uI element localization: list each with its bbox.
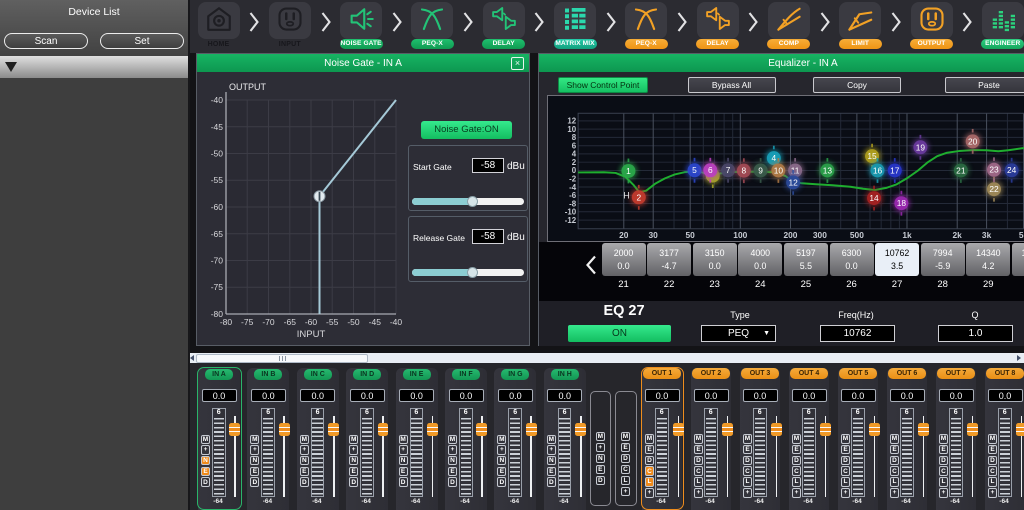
svg-text:-55: -55 xyxy=(211,175,224,185)
svg-text:10: 10 xyxy=(774,165,784,175)
svg-text:7: 7 xyxy=(726,165,731,175)
svg-text:-40: -40 xyxy=(390,317,403,327)
svg-text:-70: -70 xyxy=(262,317,275,327)
svg-text:18: 18 xyxy=(897,198,907,208)
svg-text:21: 21 xyxy=(956,165,966,175)
svg-text:6: 6 xyxy=(708,165,713,175)
svg-text:2: 2 xyxy=(636,192,641,202)
svg-text:OUTPUT: OUTPUT xyxy=(229,82,267,92)
svg-text:500: 500 xyxy=(850,230,864,240)
svg-text:300: 300 xyxy=(813,230,827,240)
svg-text:8: 8 xyxy=(742,166,747,176)
svg-text:-45: -45 xyxy=(211,122,224,132)
svg-text:H: H xyxy=(623,191,629,201)
svg-text:1: 1 xyxy=(626,166,631,176)
svg-text:20: 20 xyxy=(619,230,629,240)
svg-text:-75: -75 xyxy=(241,317,254,327)
svg-text:4: 4 xyxy=(771,153,776,163)
svg-text:-50: -50 xyxy=(347,317,360,327)
svg-text:24: 24 xyxy=(1007,165,1017,175)
svg-text:2k: 2k xyxy=(953,230,963,240)
svg-text:200: 200 xyxy=(784,230,798,240)
svg-text:5: 5 xyxy=(692,165,697,175)
svg-text:INPUT: INPUT xyxy=(297,329,326,340)
svg-text:-45: -45 xyxy=(369,317,382,327)
svg-text:22: 22 xyxy=(989,184,999,194)
svg-text:3k: 3k xyxy=(982,230,992,240)
svg-text:17: 17 xyxy=(890,165,900,175)
svg-text:-40: -40 xyxy=(211,95,224,105)
svg-text:-80: -80 xyxy=(220,317,233,327)
svg-text:-70: -70 xyxy=(211,256,224,266)
svg-text:-65: -65 xyxy=(284,317,297,327)
svg-text:-55: -55 xyxy=(326,317,339,327)
svg-text:14: 14 xyxy=(869,193,879,203)
svg-text:13: 13 xyxy=(823,165,833,175)
svg-text:30: 30 xyxy=(649,230,659,240)
svg-text:19: 19 xyxy=(916,142,926,152)
svg-text:-60: -60 xyxy=(305,317,318,327)
svg-text:50: 50 xyxy=(686,230,696,240)
svg-text:9: 9 xyxy=(758,165,763,175)
svg-text:20: 20 xyxy=(968,136,978,146)
svg-text:1k: 1k xyxy=(902,230,912,240)
svg-text:-60: -60 xyxy=(211,202,224,212)
svg-text:-75: -75 xyxy=(211,282,224,292)
svg-text:16: 16 xyxy=(873,165,883,175)
svg-text:23: 23 xyxy=(989,165,999,175)
svg-text:-50: -50 xyxy=(211,149,224,159)
svg-text:12: 12 xyxy=(788,177,798,187)
svg-text:5k: 5k xyxy=(1019,230,1024,240)
svg-text:-12: -12 xyxy=(565,216,577,225)
svg-text:15: 15 xyxy=(867,151,877,161)
svg-text:100: 100 xyxy=(733,230,747,240)
svg-text:-65: -65 xyxy=(211,229,224,239)
